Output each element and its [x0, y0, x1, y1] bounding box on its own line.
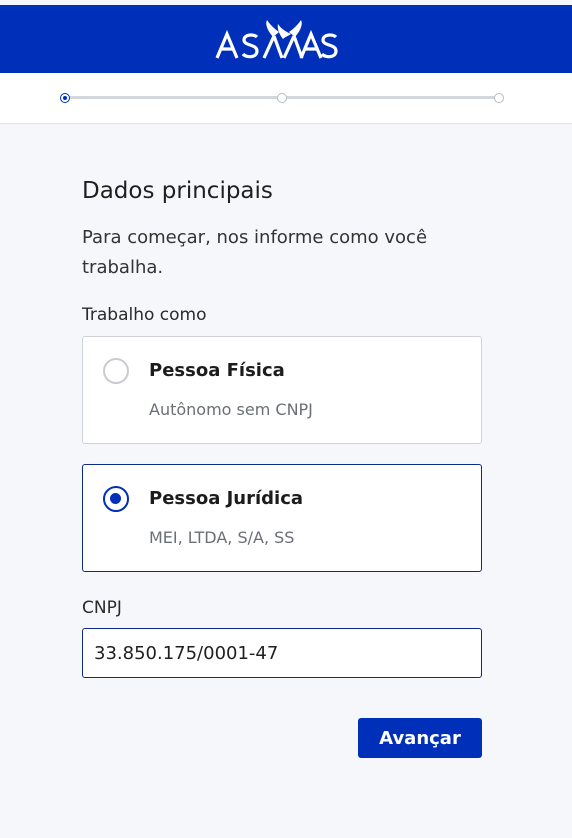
step-3-indicator — [494, 93, 504, 103]
cnpj-label: CNPJ — [82, 598, 122, 618]
radio-checked-icon[interactable] — [103, 486, 129, 512]
option-title: Pessoa Jurídica — [149, 488, 304, 509]
step-1-indicator — [60, 93, 70, 103]
work-as-label: Trabalho como — [82, 305, 207, 325]
onboarding-page: Dados principais Para começar, nos infor… — [0, 0, 572, 838]
advance-button[interactable]: Avançar — [358, 718, 482, 758]
page-title: Dados principais — [82, 178, 273, 204]
progress-stepper — [0, 73, 572, 124]
option-description: MEI, LTDA, S/A, SS — [149, 528, 295, 547]
asaas-logo — [215, 20, 338, 59]
option-title: Pessoa Física — [149, 360, 285, 381]
page-subtitle: Para começar, nos informe como você trab… — [82, 227, 428, 278]
option-pessoa-juridica[interactable]: Pessoa Jurídica MEI, LTDA, S/A, SS — [82, 464, 482, 572]
cnpj-input[interactable] — [82, 628, 482, 678]
option-pessoa-fisica[interactable]: Pessoa Física Autônomo sem CNPJ — [82, 336, 482, 444]
step-2-indicator — [277, 93, 287, 103]
top-bar — [0, 5, 572, 73]
option-description: Autônomo sem CNPJ — [149, 400, 313, 419]
radio-unchecked-icon[interactable] — [103, 358, 129, 384]
